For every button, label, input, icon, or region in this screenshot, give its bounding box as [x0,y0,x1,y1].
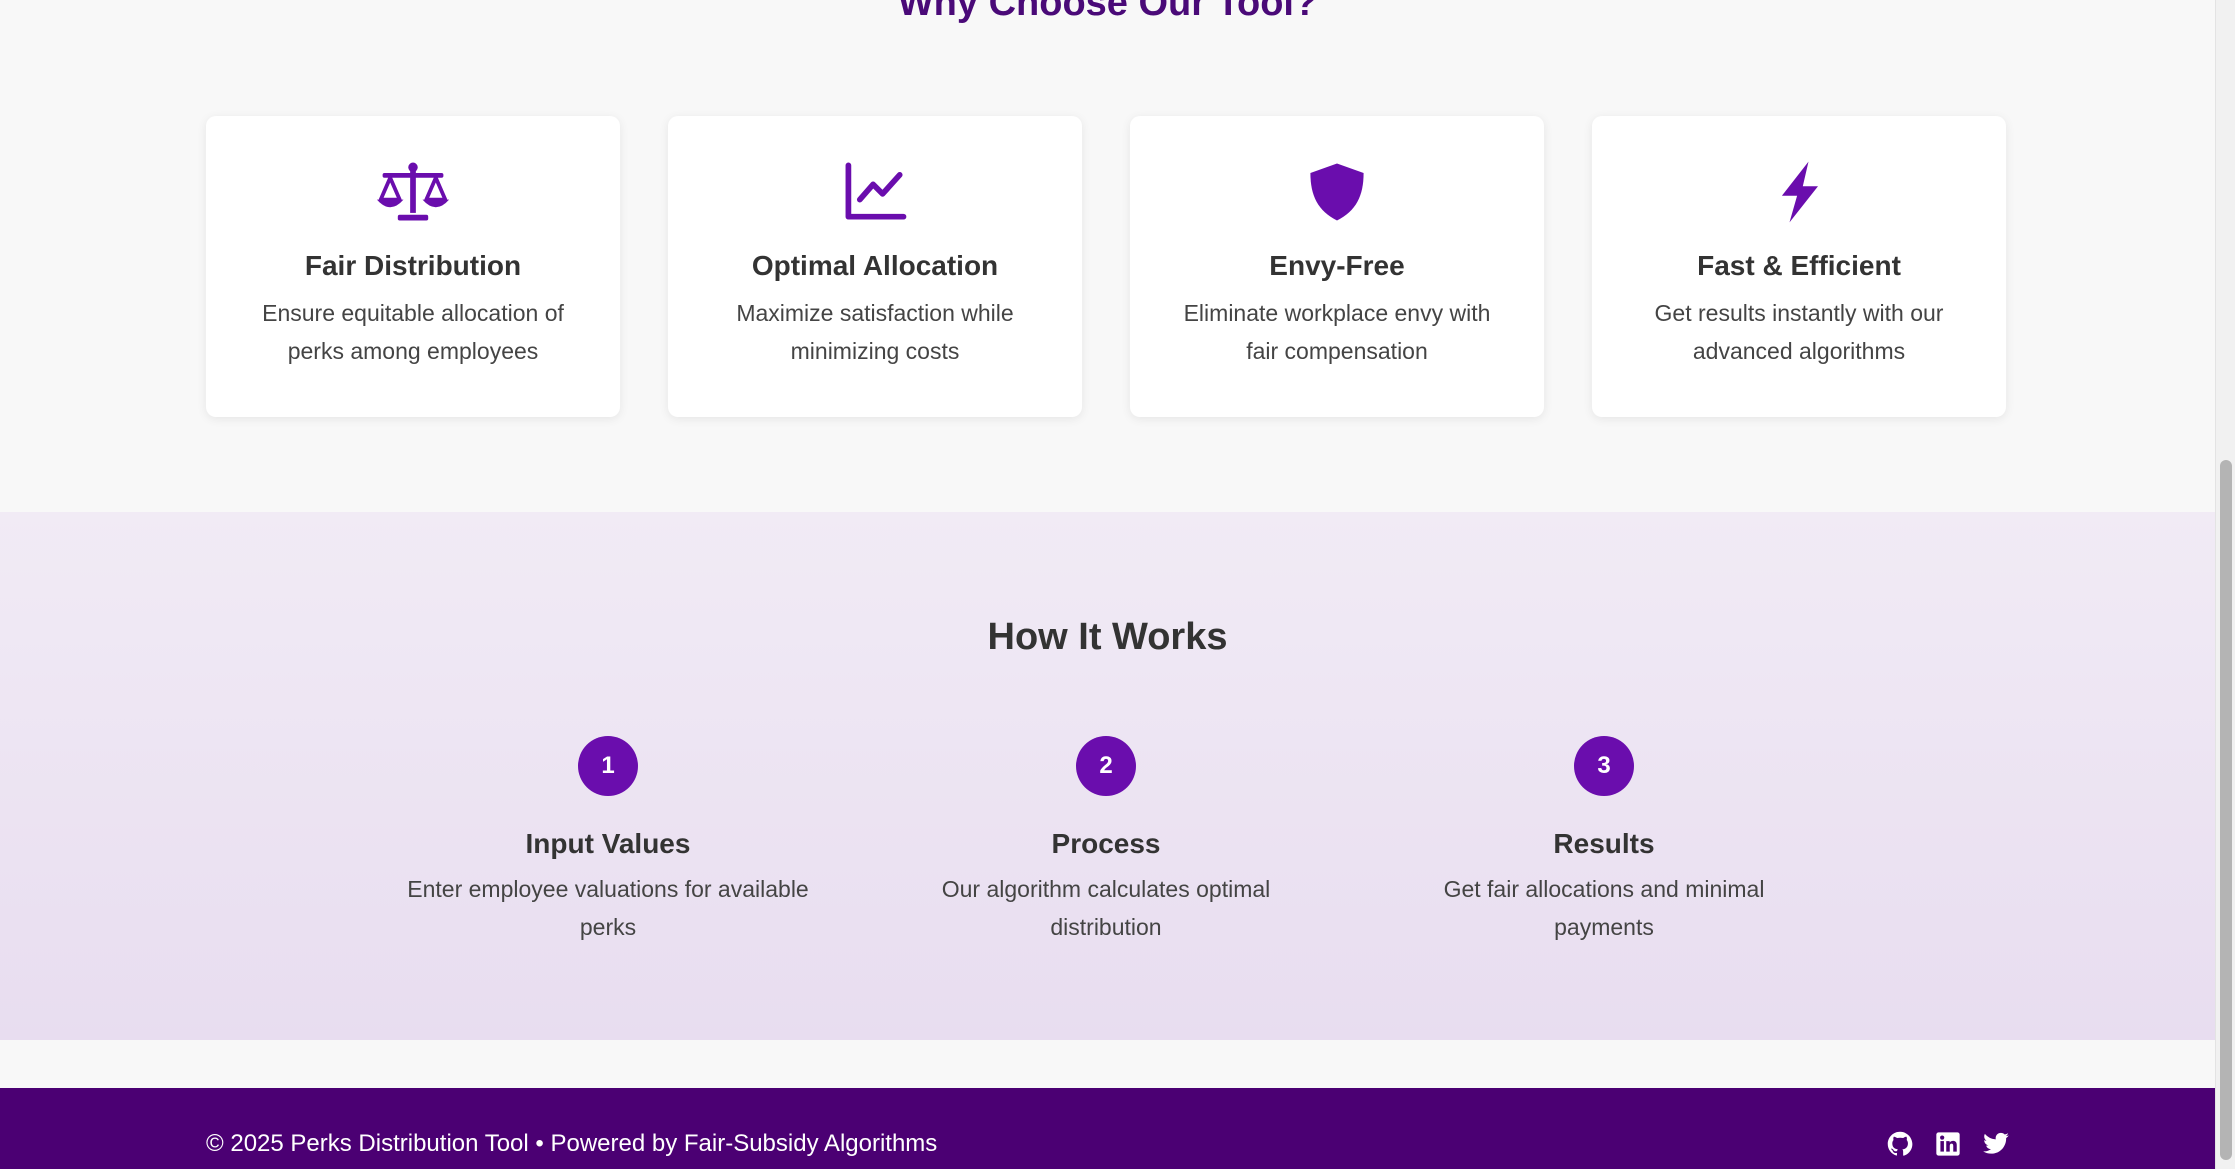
feature-card-optimal-allocation: Optimal Allocation Maximize satisfaction… [668,116,1082,417]
linkedin-icon[interactable] [1934,1130,1962,1158]
step-title: Results [1553,828,1655,859]
features-title: Why Choose Our Tool? [897,0,1318,24]
balance-scale-icon [373,160,453,224]
github-icon[interactable] [1886,1130,1914,1158]
footer-copyright: © 2025 Perks Distribution Tool • Powered… [206,1130,938,1157]
step-description: Our algorithm calculates optimal distrib… [941,876,1271,940]
card-description: Maximize satisfaction while minimizing c… [736,300,1014,364]
social-links [1886,1130,2010,1158]
shield-icon [1297,160,1377,224]
scrollbar[interactable] [2215,0,2235,1169]
card-title: Fast & Efficient [1697,250,1901,281]
lightning-bolt-icon [1759,160,1839,224]
step-title: Input Values [525,828,691,859]
features-section: Why Choose Our Tool? Fair Distribution E… [0,0,2215,512]
how-it-works-section: How It Works 1 Input Values Enter employ… [0,512,2215,1040]
section-spacer [0,1040,2215,1088]
feature-card-fast-efficient: Fast & Efficient Get results instantly w… [1592,116,2006,417]
step-title: Process [1051,828,1161,859]
card-description: Eliminate workplace envy with fair compe… [1183,300,1491,364]
how-it-works-title: How It Works [987,616,1228,658]
feature-card-fair-distribution: Fair Distribution Ensure equitable alloc… [206,116,620,417]
step-number-badge: 2 [1076,736,1136,796]
step-number-badge: 1 [578,736,638,796]
card-title: Fair Distribution [304,250,522,281]
twitter-icon[interactable] [1982,1130,2010,1158]
card-title: Envy-Free [1269,250,1405,281]
chart-line-icon [835,160,915,224]
card-title: Optimal Allocation [751,250,999,281]
card-description: Get results instantly with our advanced … [1654,300,1944,364]
step-number-badge: 3 [1574,736,1634,796]
page: Why Choose Our Tool? Fair Distribution E… [0,0,2235,1169]
footer: © 2025 Perks Distribution Tool • Powered… [0,1088,2215,1169]
step-description: Enter employee valuations for available … [407,876,809,940]
feature-card-envy-free: Envy-Free Eliminate workplace envy with … [1130,116,1544,417]
step-description: Get fair allocations and minimal payment… [1443,876,1765,940]
card-description: Ensure equitable allocation of perks amo… [262,300,564,364]
scrollbar-thumb[interactable] [2220,460,2232,1160]
